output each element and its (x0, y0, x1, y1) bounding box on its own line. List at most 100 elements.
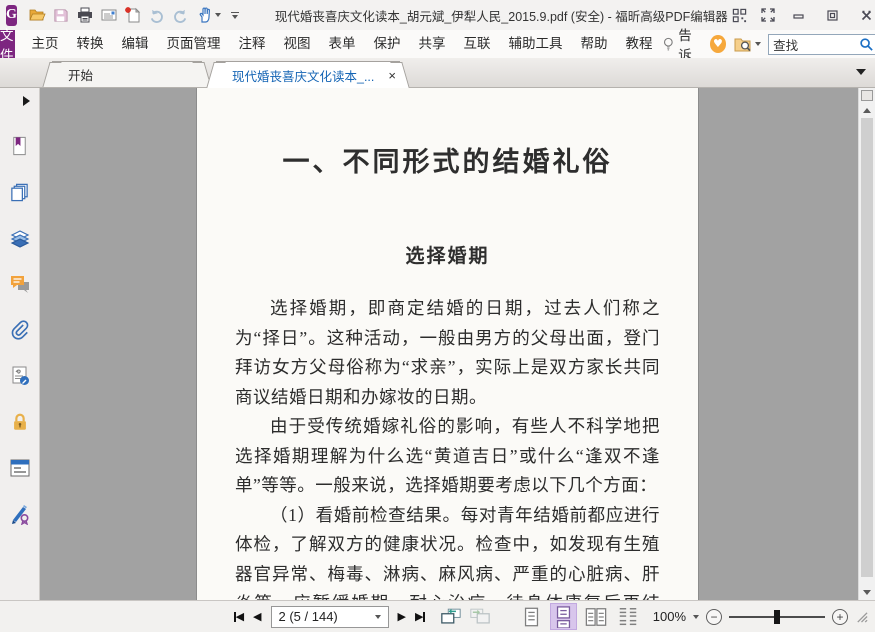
last-page-button[interactable]: ▶ (415, 607, 426, 627)
first-page-button[interactable]: ◀ (233, 607, 244, 627)
resize-grip-icon[interactable] (855, 610, 868, 623)
search-folder-button[interactable] (733, 36, 762, 53)
sidebar-icons (0, 135, 39, 525)
scroll-up-button[interactable] (859, 103, 875, 118)
tab-close-icon[interactable]: × (388, 69, 396, 82)
attachments-panel-button[interactable] (8, 319, 32, 341)
page-number-combo[interactable]: 2 (5 / 144) (270, 605, 389, 628)
paperclip-icon (11, 320, 28, 340)
menu-item-protect[interactable]: 保护 (365, 30, 410, 58)
digital-ids-panel-button[interactable] (8, 365, 32, 387)
page-layout-buttons (518, 603, 641, 630)
scrollbar-track[interactable] (859, 118, 875, 585)
continuous-facing-view-button[interactable] (614, 603, 641, 630)
scroll-down-button[interactable] (859, 585, 875, 600)
menu-item-view[interactable]: 视图 (275, 30, 320, 58)
page-number-value: 2 (5 / 144) (278, 609, 338, 624)
menu-item-accessibility[interactable]: 辅助工具 (500, 30, 572, 58)
open-file-button[interactable] (25, 3, 49, 27)
create-pdf-button[interactable] (121, 3, 145, 27)
next-page-button[interactable]: ▶ (398, 607, 406, 627)
menu-item-help[interactable]: 帮助 (572, 30, 617, 58)
hand-tool-button[interactable] (193, 3, 217, 27)
email-button[interactable] (97, 3, 121, 27)
pages-icon (11, 183, 28, 202)
zoom-slider[interactable] (729, 609, 825, 625)
previous-page-button[interactable]: ◀ (253, 607, 261, 627)
email-icon (101, 9, 117, 21)
continuous-page-icon (557, 605, 571, 628)
window-title: 现代婚丧喜庆文化读本_胡元斌_伊犁人民_2015.9.pdf (安全) - 福昕… (274, 9, 728, 24)
qr-code-icon (733, 8, 747, 22)
hand-tool-dropdown-caret[interactable] (214, 13, 221, 17)
facing-view-button[interactable] (582, 603, 609, 630)
menu-item-tutorial[interactable]: 教程 (617, 30, 662, 58)
minimize-icon (793, 13, 804, 19)
menu-item-convert[interactable]: 转换 (68, 30, 113, 58)
print-button[interactable] (73, 3, 97, 27)
page-thumbnails-panel-button[interactable] (8, 181, 32, 203)
tab-start-label: 开始 (68, 69, 94, 83)
menu-item-share[interactable]: 共享 (410, 30, 455, 58)
menu-item-home[interactable]: 主页 (23, 30, 68, 58)
menu-item-edit[interactable]: 编辑 (113, 30, 158, 58)
menu-item-form[interactable]: 表单 (320, 30, 365, 58)
tab-document-active[interactable]: 现代婚丧喜庆文化读本_... × (206, 61, 410, 88)
menu-item-connect[interactable]: 互联 (455, 30, 500, 58)
redo-icon (174, 9, 187, 23)
customize-quick-access-button[interactable] (223, 3, 247, 27)
tab-edge (206, 62, 226, 88)
zoom-level-value[interactable]: 100% (653, 609, 686, 624)
expand-panel-arrow-icon[interactable] (23, 96, 30, 106)
fields-panel-button[interactable] (8, 457, 32, 479)
hand-tool-icon (199, 7, 210, 23)
document-tabbar: 开始 现代婚丧喜庆文化读本_... × (0, 58, 875, 88)
zoom-in-button[interactable]: + (832, 608, 848, 625)
folder-search-caret (755, 42, 762, 46)
single-page-view-button[interactable] (518, 603, 545, 630)
search-icon[interactable] (859, 37, 874, 52)
continuous-facing-icon (619, 607, 637, 625)
collapse-toolbar-caret[interactable] (856, 69, 866, 75)
previous-view-button[interactable] (440, 607, 462, 626)
menu-items: 主页 转换 编辑 页面管理 注释 视图 表单 保护 共享 互联 辅助工具 帮助 … (23, 30, 662, 58)
pdf-page[interactable]: 一、不同形式的结婚礼俗 选择婚期 选择婚期，即商定结婚的日期，过去人们称之为“择… (196, 88, 699, 600)
redo-button[interactable] (169, 3, 193, 27)
layers-icon (10, 230, 29, 248)
find-box[interactable] (768, 33, 875, 55)
menu-item-organize[interactable]: 页面管理 (158, 30, 230, 58)
chapter-heading: 一、不同形式的结婚礼俗 (282, 147, 613, 177)
menu-item-comment[interactable]: 注释 (230, 30, 275, 58)
save-floppy-icon (54, 8, 68, 22)
tab-start[interactable]: 开始 (42, 61, 212, 87)
lightbulb-icon (663, 37, 673, 51)
foxit-logo-icon: G (6, 4, 17, 26)
scrollbar-thumb[interactable] (861, 118, 873, 577)
facing-pages-icon (585, 607, 607, 626)
next-view-button-disabled[interactable] (469, 607, 491, 626)
split-view-handle[interactable] (861, 90, 873, 101)
layers-panel-button[interactable] (8, 227, 32, 249)
continuous-view-button-active[interactable] (550, 603, 578, 630)
comments-panel-button[interactable] (8, 273, 32, 295)
vertical-scrollbar[interactable] (858, 88, 875, 600)
zoom-controls: 100% − + (653, 608, 868, 625)
menu-file-button[interactable]: 文件 (0, 28, 15, 63)
document-viewer[interactable]: 一、不同形式的结婚礼俗 选择婚期 选择婚期，即商定结婚的日期，过去人们称之为“择… (40, 88, 858, 600)
zoom-dropdown-caret[interactable] (693, 614, 699, 619)
undo-button[interactable] (145, 3, 169, 27)
zoom-slider-handle[interactable] (774, 609, 780, 624)
save-button[interactable] (49, 3, 73, 27)
close-icon (862, 10, 872, 20)
paragraph: （1）看婚前检查结果。每对青年结婚前都应进行体检，了解双方的健康状况。检查中，如… (235, 504, 660, 601)
tab-edge (42, 62, 62, 87)
restore-icon (827, 9, 838, 21)
bookmarks-panel-button[interactable] (8, 135, 32, 157)
find-input[interactable] (773, 37, 860, 51)
security-panel-button[interactable] (8, 411, 32, 433)
page-body-text: 选择婚期，即商定结婚的日期，过去人们称之为“择日”。这种活动，一般由男方的父母出… (235, 294, 660, 600)
signatures-panel-button[interactable] (8, 503, 32, 525)
zoom-out-button[interactable]: − (706, 608, 722, 625)
page-navigation: ◀ ◀ 2 (5 / 144) ▶ ▶ (233, 603, 642, 630)
favorites-heart-icon[interactable]: ♥ (709, 35, 727, 53)
